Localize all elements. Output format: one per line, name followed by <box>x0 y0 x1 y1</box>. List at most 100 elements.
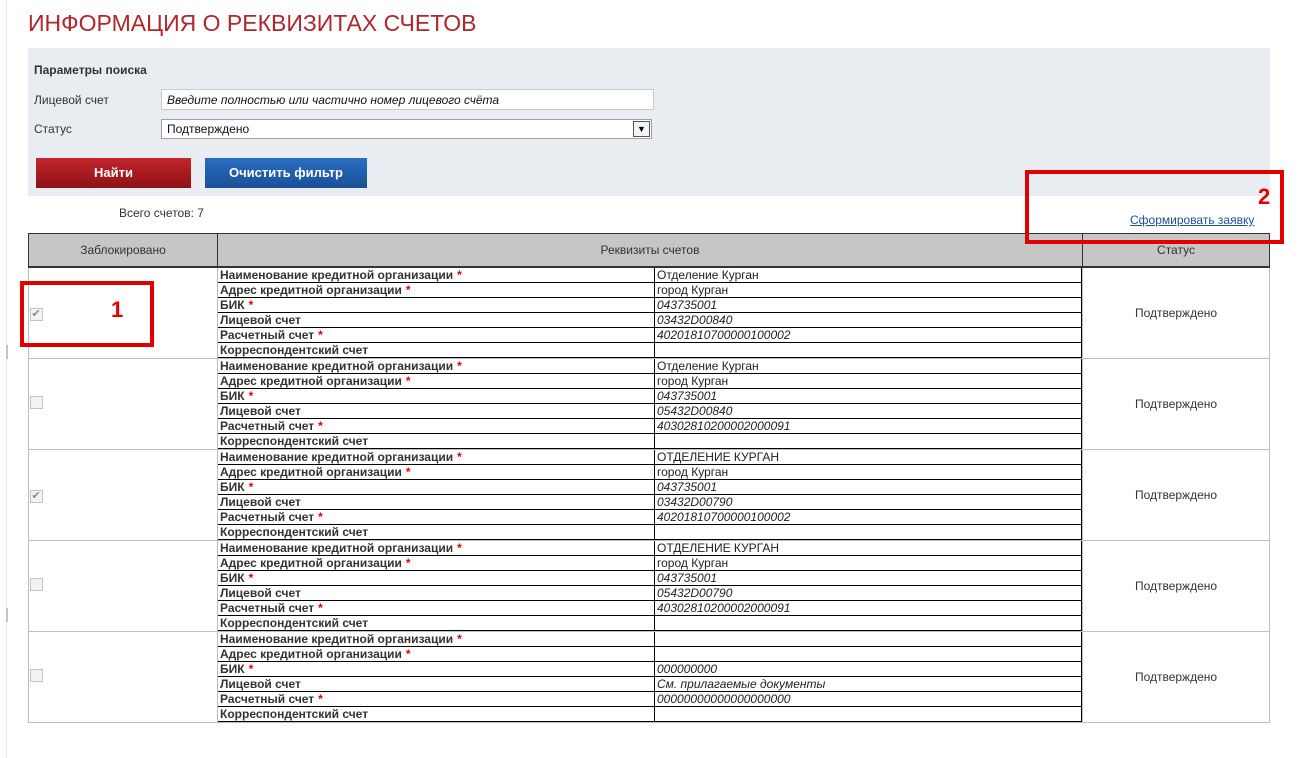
details-row: Лицевой счет См. прилагаемые документы <box>218 676 1082 692</box>
table-row: ✔ Наименование кредитной организации * Отде… <box>28 266 1270 359</box>
field-value: Отделение Курган <box>654 359 1082 374</box>
field-value: город Курган <box>654 373 1082 389</box>
field-label: Корреспондентский счет <box>218 524 655 540</box>
details-row: Расчетный счет * 40201810700000100002 <box>218 509 1082 525</box>
field-value <box>654 433 1082 449</box>
details-row: Лицевой счет 03432D00790 <box>218 494 1082 510</box>
field-value: ОТДЕЛЕНИЕ КУРГАН <box>654 541 1082 556</box>
field-label-text: Корреспондентский счет <box>220 524 369 539</box>
annotation-number-1: 1 <box>111 297 124 322</box>
required-mark: * <box>318 327 323 342</box>
field-label-text: Расчетный счет <box>220 327 315 342</box>
field-label-text: Адрес кредитной организации <box>220 373 402 388</box>
field-label-text: Адрес кредитной организации <box>220 464 402 479</box>
blocked-cell <box>28 540 218 632</box>
blocked-cell <box>28 358 218 450</box>
details-cell: Наименование кредитной организации * ОТДЕЛ… <box>217 540 1083 632</box>
details-row: Расчетный счет * 40201810700000100002 <box>218 327 1082 343</box>
details-row: Расчетный счет * 00000000000000000000 <box>218 691 1082 707</box>
left-border-mark <box>6 345 8 359</box>
field-label-text: Адрес кредитной организации <box>220 646 402 661</box>
field-label-text: Адрес кредитной организации <box>220 282 402 297</box>
col-details[interactable]: Реквизиты счетов <box>217 233 1083 268</box>
field-label-text: Наименование кредитной организации <box>220 268 454 282</box>
field-value: 40201810700000100002 <box>654 327 1082 343</box>
required-mark: * <box>248 570 254 585</box>
table-row: Наименование кредитной организации * Адрес… <box>28 631 1270 723</box>
field-label-text: Расчетный счет <box>220 509 315 524</box>
annotation-number-2: 2 <box>1258 184 1271 209</box>
required-mark: * <box>405 282 411 297</box>
details-row: Адрес кредитной организации * <box>218 646 1082 662</box>
total-accounts: Всего счетов: 7 <box>119 206 204 220</box>
required-mark: * <box>318 691 323 706</box>
field-value <box>654 524 1082 540</box>
details-row: Лицевой счет 05432D00840 <box>218 403 1082 419</box>
field-label: Корреспондентский счет <box>218 433 655 449</box>
field-value: 043735001 <box>654 297 1082 313</box>
required-mark: * <box>457 632 462 646</box>
required-mark: * <box>405 464 411 479</box>
field-value: 05432D00840 <box>654 403 1082 419</box>
status-cell: Подтверждено <box>1082 540 1270 632</box>
find-button[interactable]: Найти <box>36 158 191 188</box>
field-label: БИК * <box>218 297 655 313</box>
details-row: БИК * 043735001 <box>218 570 1082 586</box>
details-row: Адрес кредитной организации * город Курган <box>218 282 1082 298</box>
required-mark: * <box>248 388 254 403</box>
chevron-down-icon[interactable]: ▼ <box>633 121 650 137</box>
details-row: Наименование кредитной организации * ОТДЕЛ… <box>218 450 1082 465</box>
col-blocked[interactable]: Заблокировано <box>28 233 218 268</box>
field-value: город Курган <box>654 282 1082 298</box>
blocked-checkbox[interactable] <box>29 396 43 409</box>
field-value: 40302810200002000091 <box>654 600 1082 616</box>
field-label: Наименование кредитной организации * <box>218 632 655 647</box>
status-cell: Подтверждено <box>1082 358 1270 450</box>
field-value: 40201810700000100002 <box>654 509 1082 525</box>
account-input[interactable] <box>161 89 654 110</box>
field-label-text: Наименование кредитной организации <box>220 541 454 555</box>
field-value: 043735001 <box>654 570 1082 586</box>
field-label: БИК * <box>218 661 655 677</box>
field-label: Корреспондентский счет <box>218 342 655 358</box>
blocked-checkbox[interactable] <box>29 669 43 682</box>
field-label: Расчетный счет * <box>218 691 655 707</box>
required-mark: * <box>248 297 254 312</box>
field-label-text: Расчетный счет <box>220 418 315 433</box>
details-table: Наименование кредитной организации * Отдел… <box>218 359 1082 449</box>
details-table: Наименование кредитной организации * Отдел… <box>218 268 1082 358</box>
field-value: 043735001 <box>654 388 1082 404</box>
details-row: Корреспондентский счет <box>218 433 1082 449</box>
field-value: 00000000000000000000 <box>654 691 1082 707</box>
details-row: Наименование кредитной организации * Отдел… <box>218 268 1082 283</box>
details-row: БИК * 043735001 <box>218 388 1082 404</box>
field-label-text: Лицевой счет <box>220 494 301 509</box>
field-label: Лицевой счет <box>218 312 655 328</box>
blocked-cell: ✔ <box>28 449 218 541</box>
status-select[interactable]: Подтверждено ▼ <box>161 119 652 139</box>
field-value <box>654 615 1082 631</box>
field-label-text: БИК <box>220 661 245 676</box>
details-row: Наименование кредитной организации * Отдел… <box>218 359 1082 374</box>
required-mark: * <box>318 600 323 615</box>
field-label-text: Корреспондентский счет <box>220 342 369 357</box>
required-mark: * <box>318 418 323 433</box>
field-value: город Курган <box>654 464 1082 480</box>
table-row: Наименование кредитной организации * ОТДЕЛ… <box>28 540 1270 632</box>
annotation-box-2 <box>1025 170 1284 244</box>
status-cell: Подтверждено <box>1082 449 1270 541</box>
clear-filter-button[interactable]: Очистить фильтр <box>205 158 367 188</box>
details-row: Расчетный счет * 40302810200002000091 <box>218 600 1082 616</box>
field-label: БИК * <box>218 479 655 495</box>
field-label: Лицевой счет <box>218 585 655 601</box>
field-label: Наименование кредитной организации * <box>218 359 655 374</box>
blocked-checkbox[interactable]: ✔ <box>29 489 43 503</box>
details-cell: Наименование кредитной организации * Адрес… <box>217 631 1083 723</box>
field-label-text: Адрес кредитной организации <box>220 555 402 570</box>
field-label-text: Лицевой счет <box>220 403 301 418</box>
details-row: Адрес кредитной организации * город Курган <box>218 373 1082 389</box>
details-row: Корреспондентский счет <box>218 706 1082 722</box>
field-label-text: Корреспондентский счет <box>220 433 369 448</box>
details-row: Адрес кредитной организации * город Курган <box>218 464 1082 480</box>
blocked-checkbox[interactable] <box>29 578 43 591</box>
